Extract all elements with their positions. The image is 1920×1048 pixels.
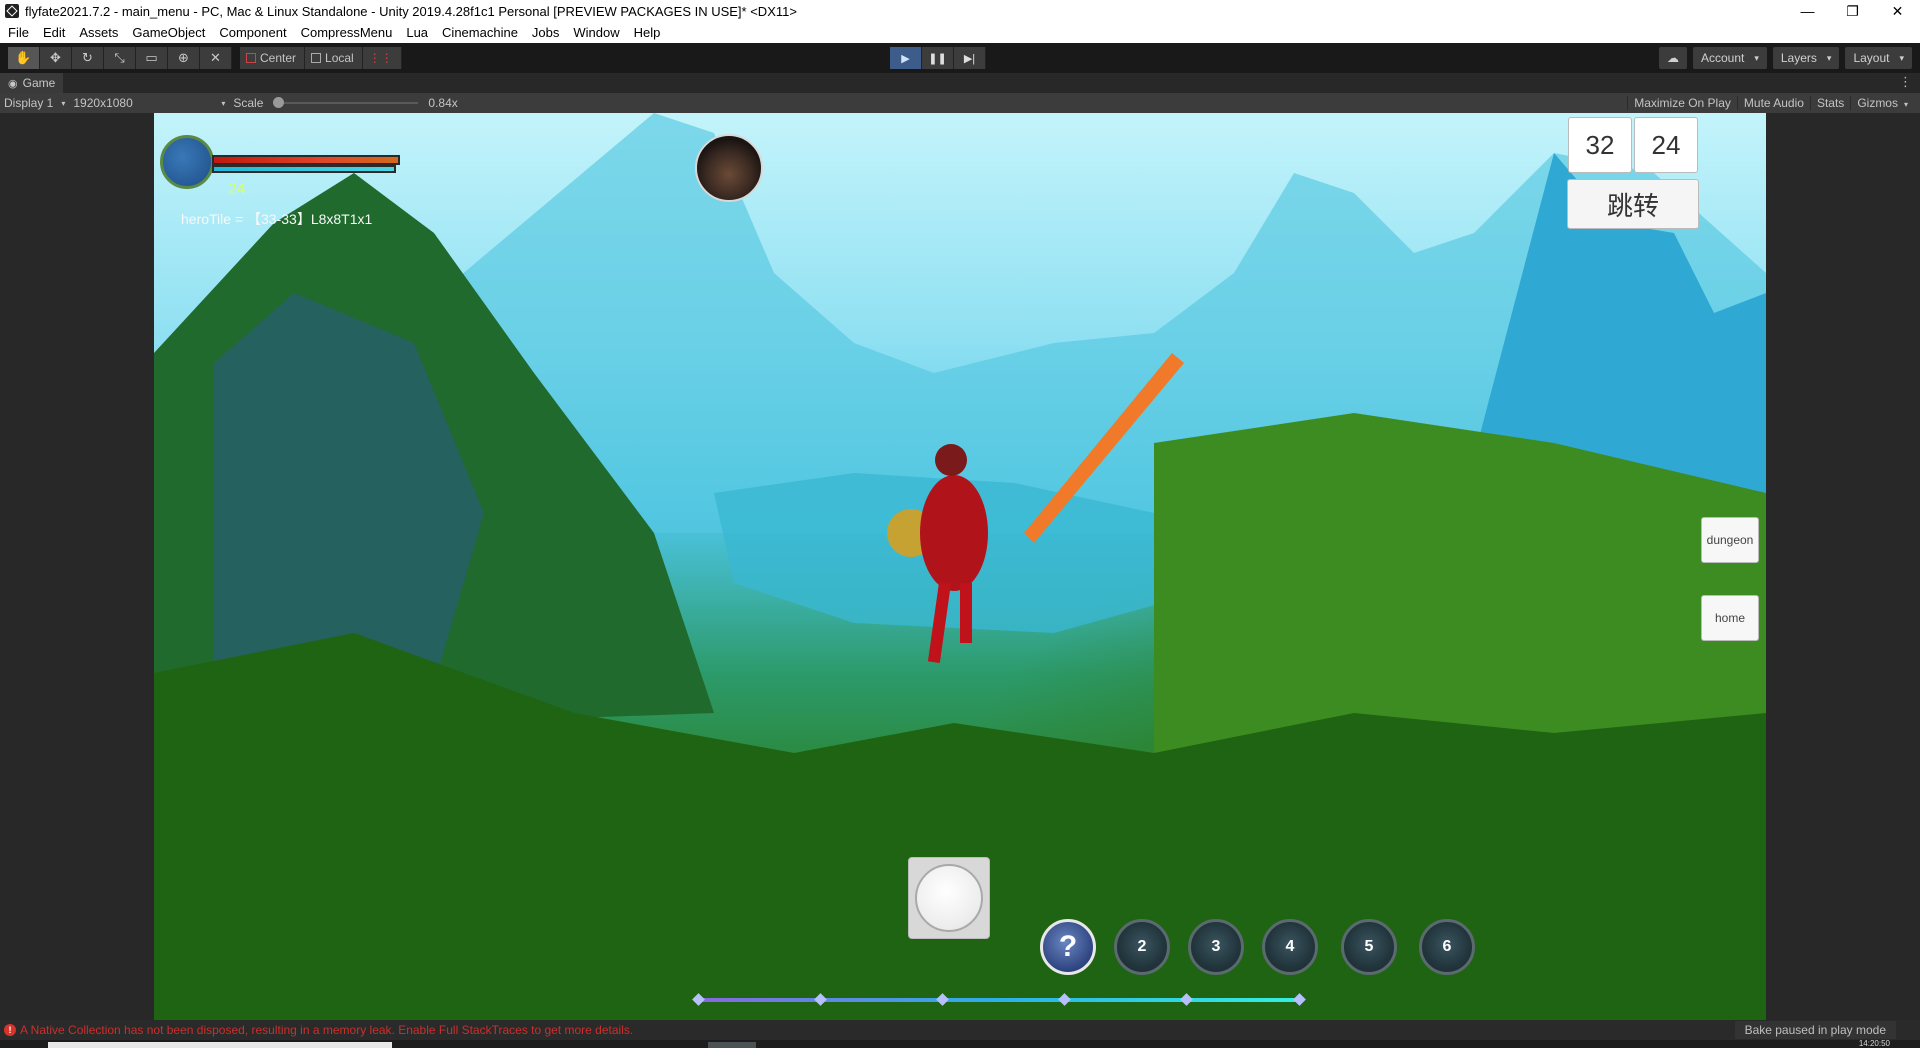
menu-jobs[interactable]: Jobs <box>524 25 565 40</box>
health-bar <box>212 155 400 165</box>
skill-5-button[interactable]: 5 <box>1341 919 1397 975</box>
game-view-bar: Display 1 ▾ 1920x1080 ▾ Scale 0.84x Maximi… <box>0 93 1920 113</box>
tab-bar: ◉ Game ⋮ <box>0 73 1920 93</box>
scale-tool-icon[interactable]: ⤡ <box>104 47 136 69</box>
error-icon: ! <box>4 1024 16 1036</box>
rotate-tool-icon[interactable]: ↻ <box>72 47 104 69</box>
error-message[interactable]: A Native Collection has not been dispose… <box>20 1023 633 1037</box>
skill-help-button[interactable]: ? <box>1040 919 1096 975</box>
pivot-local-button[interactable]: Local <box>305 47 363 69</box>
pivot-center-button[interactable]: Center <box>240 47 306 69</box>
console-status-bar[interactable]: ! A Native Collection has not been dispo… <box>0 1020 1920 1040</box>
chevron-down-icon: ▾ <box>1826 52 1832 63</box>
local-icon <box>311 53 322 63</box>
step-button[interactable]: ▶| <box>954 47 986 69</box>
chevron-down-icon: ▾ <box>1899 52 1904 63</box>
display-dropdown[interactable]: Display 1 ▾ <box>0 96 69 110</box>
mana-bar <box>212 165 396 173</box>
right-toolbar: ☁ Account ▾ Layers ▾ Layout ▾ <box>1658 47 1912 69</box>
joystick-knob[interactable] <box>915 864 983 932</box>
hp-orb <box>160 135 214 189</box>
snap-grid-icon[interactable]: ⋮⋮ <box>362 47 402 69</box>
play-button[interactable]: ▶ <box>890 47 922 69</box>
resolution-dropdown[interactable]: 1920x1080 ▾ <box>69 96 229 110</box>
window-title: flyfate2021.7.2 - main_menu - PC, Mac & … <box>25 3 797 19</box>
coord-x-input[interactable]: 32 <box>1568 117 1632 173</box>
scale-label: Scale <box>233 96 264 110</box>
os-taskbar: 14:20:50 <box>0 1039 1920 1048</box>
title-bar: flyfate2021.7.2 - main_menu - PC, Mac & … <box>0 0 1920 22</box>
custom-tool-icon[interactable]: ✕ <box>200 47 232 69</box>
scale-slider[interactable] <box>273 97 419 108</box>
character-leg-right <box>960 583 972 643</box>
skill-2-button[interactable]: 2 <box>1114 919 1170 975</box>
character-body <box>920 475 988 591</box>
character-head <box>935 444 967 476</box>
skill-3-button[interactable]: 3 <box>1188 919 1244 975</box>
joystick[interactable] <box>908 857 990 939</box>
menu-bar: File Edit Assets GameObject Component Co… <box>0 22 1920 43</box>
mute-audio-toggle[interactable]: Mute Audio <box>1736 96 1810 110</box>
gizmos-dropdown[interactable]: Gizmos ▾ <box>1850 96 1914 110</box>
hand-tool-icon[interactable]: ✋ <box>8 47 40 69</box>
cloud-icon[interactable]: ☁ <box>1658 47 1687 69</box>
move-tool-icon[interactable]: ✥ <box>40 47 72 69</box>
companion-portrait[interactable] <box>695 134 763 202</box>
chevron-down-icon: ▾ <box>61 98 66 108</box>
experience-bar <box>692 993 1306 1006</box>
restore-button[interactable]: ❐ <box>1830 0 1875 22</box>
layout-dropdown[interactable]: Layout ▾ <box>1845 47 1912 69</box>
menu-file[interactable]: File <box>0 25 35 40</box>
transform-tools: ✋ ✥ ↻ ⤡ ▭ ⊕ ✕ <box>8 47 232 69</box>
menu-help[interactable]: Help <box>626 25 667 40</box>
bake-status: Bake paused in play mode <box>1734 1021 1896 1039</box>
tab-game[interactable]: ◉ Game <box>0 73 64 93</box>
menu-lua[interactable]: Lua <box>398 25 434 40</box>
skill-6-button[interactable]: 6 <box>1419 919 1475 975</box>
tab-menu-icon[interactable]: ⋮ <box>1899 74 1912 90</box>
chevron-down-icon: ▾ <box>1903 100 1908 109</box>
layers-dropdown[interactable]: Layers ▾ <box>1772 47 1840 69</box>
coord-y-input[interactable]: 24 <box>1634 117 1698 173</box>
home-button[interactable]: home <box>1701 595 1759 641</box>
minimize-button[interactable]: — <box>1785 0 1830 22</box>
taskbar-clock: 14:20:50 <box>1858 1039 1890 1048</box>
pause-button[interactable]: ❚❚ <box>922 47 954 69</box>
unity-logo-icon <box>5 4 19 18</box>
menu-component[interactable]: Component <box>211 25 292 40</box>
taskbar-search-box[interactable] <box>48 1042 392 1048</box>
transform-tool-icon[interactable]: ⊕ <box>168 47 200 69</box>
player-level: 24 <box>228 181 246 198</box>
close-button[interactable]: ✕ <box>1875 0 1920 22</box>
rect-tool-icon[interactable]: ▭ <box>136 47 168 69</box>
menu-compressmenu[interactable]: CompressMenu <box>293 25 399 40</box>
pivot-icon <box>246 53 256 63</box>
menu-gameobject[interactable]: GameObject <box>124 25 211 40</box>
game-viewport[interactable]: 24 heroTile = 【33-33】L8x8T1x1 32 24 跳转 d… <box>154 113 1766 1020</box>
menu-cinemachine[interactable]: Cinemachine <box>434 25 524 40</box>
jump-button[interactable]: 跳转 <box>1567 179 1699 229</box>
menu-assets[interactable]: Assets <box>71 25 124 40</box>
stats-toggle[interactable]: Stats <box>1809 96 1850 110</box>
main-toolbar: ✋ ✥ ↻ ⤡ ▭ ⊕ ✕ Center Local ⋮⋮ ▶ ❚❚ ▶| ☁ … <box>0 43 1920 73</box>
play-controls: ▶ ❚❚ ▶| <box>890 47 986 69</box>
scale-value: 0.84x <box>428 96 458 110</box>
dungeon-button[interactable]: dungeon <box>1701 517 1759 563</box>
chevron-down-icon: ▾ <box>1754 52 1759 63</box>
taskbar-app-button[interactable] <box>708 1042 756 1048</box>
maximize-on-play-toggle[interactable]: Maximize On Play <box>1627 96 1737 110</box>
scale-slider-thumb[interactable] <box>273 97 285 108</box>
menu-edit[interactable]: Edit <box>35 25 71 40</box>
account-dropdown[interactable]: Account ▾ <box>1692 47 1767 69</box>
pivot-group: Center Local ⋮⋮ <box>240 47 402 69</box>
chevron-down-icon: ▾ <box>221 98 226 108</box>
hero-tile-text: heroTile = 【33-33】L8x8T1x1 <box>181 211 373 227</box>
gamepad-icon: ◉ <box>8 77 18 90</box>
skill-4-button[interactable]: 4 <box>1262 919 1318 975</box>
game-view-options: Maximize On Play Mute Audio Stats Gizmos… <box>1627 96 1914 110</box>
menu-window[interactable]: Window <box>565 25 625 40</box>
